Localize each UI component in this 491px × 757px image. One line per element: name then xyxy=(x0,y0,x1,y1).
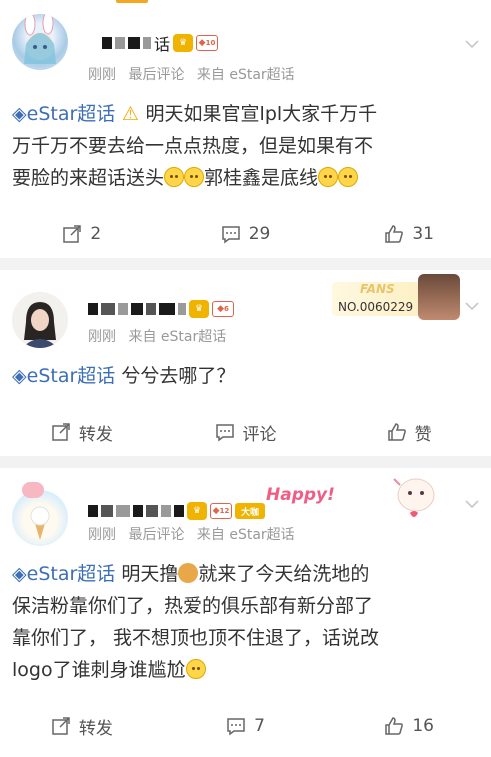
timestamp: 刚刚 xyxy=(88,67,116,83)
topic-link[interactable]: ◈eStar超话 xyxy=(12,365,115,387)
post-content: ◈eStar超话 明天撸 就来了今天给洗地的 保洁粉靠你们了，热爱的俱乐部有新分部… xyxy=(12,563,380,681)
diamond-icon: ◆ 6 xyxy=(212,301,234,317)
like-button[interactable]: 16 xyxy=(327,706,491,746)
diamond-icon: ◈ xyxy=(12,365,27,387)
like-icon xyxy=(387,423,406,441)
diamond-icon: ◈ xyxy=(12,563,27,585)
action-bar: 转发 7 16 xyxy=(0,706,491,746)
smile-emoji-icon xyxy=(184,167,205,187)
like-button[interactable]: 31 xyxy=(327,214,491,254)
repost-icon xyxy=(52,423,70,441)
timestamp: 刚刚 xyxy=(88,527,116,543)
username-visible-char: 话 xyxy=(154,35,171,54)
comment-icon xyxy=(227,718,245,736)
fans-label: FANS xyxy=(360,282,395,296)
comment-button[interactable]: 评论 xyxy=(164,412,328,452)
like-icon xyxy=(385,717,404,735)
meta-tag: 最后评论 xyxy=(128,67,185,83)
meta-source: 来自 eStar超话 xyxy=(128,329,227,345)
fans-card[interactable]: FANS NO.0060229 xyxy=(332,274,460,322)
action-bar: 转发 评论 赞 xyxy=(0,412,491,452)
redacted-name xyxy=(88,505,98,517)
meta-tag: 最后评论 xyxy=(128,527,185,543)
meta-source: 来自 eStar超话 xyxy=(196,527,295,543)
comment-button[interactable]: 7 xyxy=(164,706,328,746)
fans-portrait xyxy=(418,274,460,320)
topic-link[interactable]: ◈eStar超话 xyxy=(12,563,115,585)
diamond-icon: ◆ 10 xyxy=(196,35,219,51)
diamond-icon: ◆ 12 xyxy=(210,503,232,519)
redacted-name xyxy=(88,303,98,315)
smile-emoji-icon xyxy=(318,167,339,187)
post-meta: 刚刚 来自 eStar超话 xyxy=(88,326,234,346)
happy-card[interactable]: Happy! xyxy=(266,471,446,529)
meta-source: 来自 eStar超话 xyxy=(196,67,295,83)
action-bar: 2 29 31 xyxy=(0,214,491,254)
like-icon xyxy=(385,225,404,243)
username[interactable]: 话 ♛ ◆ 10 xyxy=(88,32,219,54)
avatar[interactable] xyxy=(12,490,68,546)
post-content: ◈eStar超话 ⚠ 明天如果官宣lpl大家千万千 万千万不要去给一点点热度，但… xyxy=(12,103,378,189)
comment-icon xyxy=(215,424,234,442)
chevron-down-icon[interactable] xyxy=(465,496,479,510)
comment-button[interactable]: 29 xyxy=(164,214,328,254)
crown-icon: ♛ xyxy=(189,300,209,318)
diamond-icon: ◈ xyxy=(12,103,27,125)
repost-icon xyxy=(52,717,70,735)
redacted-name xyxy=(102,37,112,49)
username[interactable]: ♛ ◆ 6 xyxy=(88,298,234,320)
smile-emoji-icon xyxy=(164,167,185,187)
smile-emoji-icon xyxy=(338,167,359,187)
repost-button[interactable]: 转发 xyxy=(0,706,164,746)
username[interactable]: ♛ ◆ 12 大咖 xyxy=(88,500,265,522)
fans-number: NO.0060229 xyxy=(338,300,414,314)
avatar[interactable] xyxy=(12,14,68,70)
topic-link[interactable]: ◈eStar超话 xyxy=(12,103,115,125)
avatar[interactable] xyxy=(12,292,68,348)
big-v-badge: 大咖 xyxy=(235,503,265,519)
crown-icon: ♛ xyxy=(173,34,194,52)
crown-icon: ♛ xyxy=(187,502,207,520)
sheep-sticker-icon xyxy=(393,478,435,517)
warning-icon: ⚠ xyxy=(115,103,146,125)
post-card: 话 ♛ ◆ 10 刚刚 最后评论 来自 eStar超话 ◈eStar超话 ⚠ 明天… xyxy=(0,0,491,258)
comment-icon xyxy=(221,226,240,244)
dog-emoji-icon xyxy=(178,563,199,583)
happy-label: Happy! xyxy=(266,485,335,505)
repost-button[interactable]: 转发 xyxy=(0,412,164,452)
timestamp: 刚刚 xyxy=(88,329,116,345)
chevron-down-icon[interactable] xyxy=(465,298,479,312)
like-button[interactable]: 赞 xyxy=(327,412,491,452)
post-meta: 刚刚 最后评论 来自 eStar超话 xyxy=(88,64,303,84)
repost-icon xyxy=(63,225,82,243)
pig-sticker xyxy=(22,482,44,498)
chevron-down-icon[interactable] xyxy=(465,36,479,50)
post-content: ◈eStar超话 兮兮去哪了？ xyxy=(12,365,236,387)
laugh-emoji-icon xyxy=(185,659,206,679)
repost-button[interactable]: 2 xyxy=(0,214,164,254)
tab-indicator xyxy=(116,0,148,3)
